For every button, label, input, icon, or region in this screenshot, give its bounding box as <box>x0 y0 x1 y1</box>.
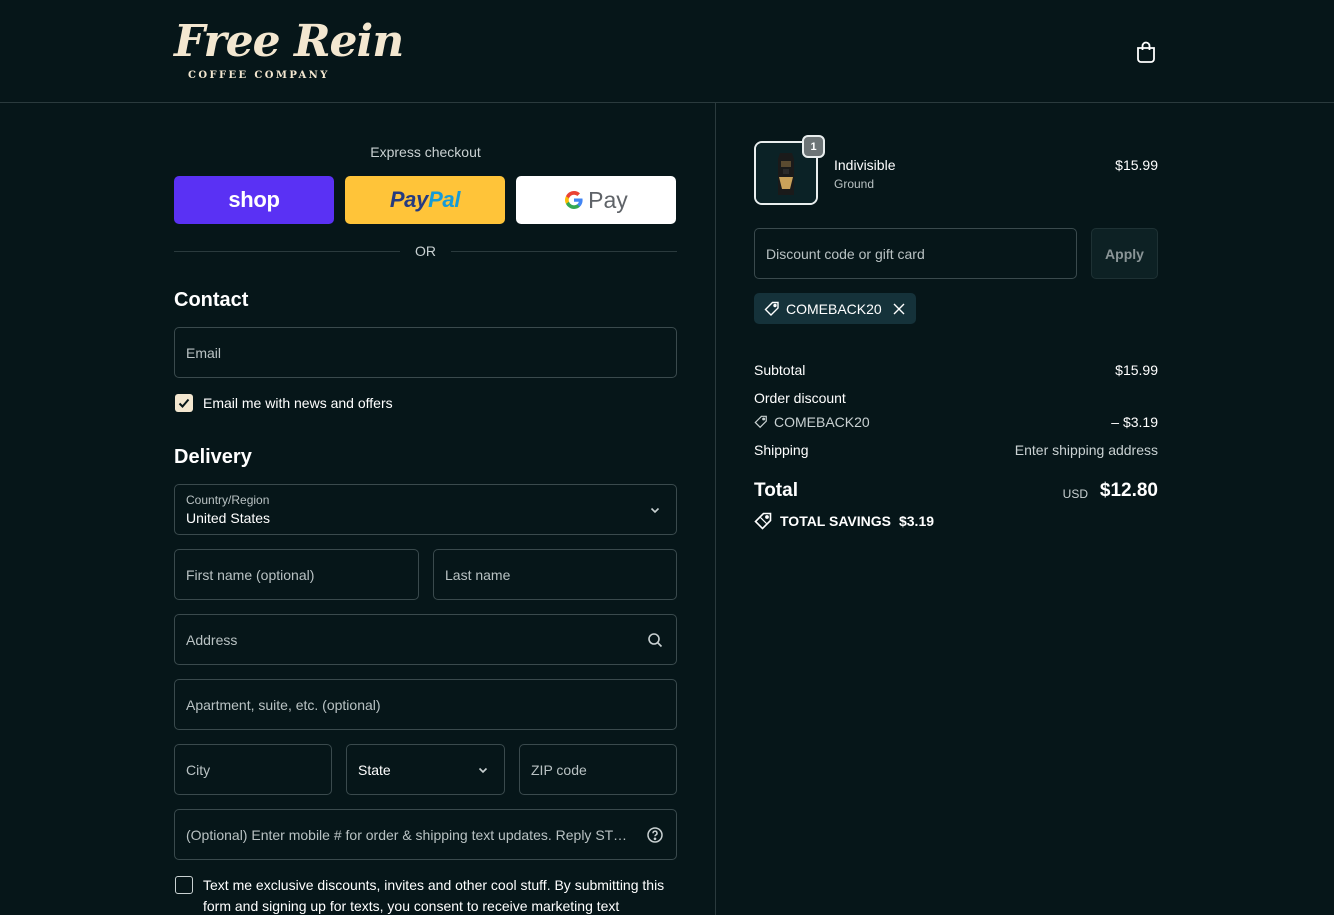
total-value: $12.80 <box>1099 480 1158 501</box>
total-savings-label: TOTAL SAVINGS <box>780 513 891 529</box>
sms-consent-label: Text me exclusive discounts, invites and… <box>203 877 665 914</box>
city-placeholder: City <box>186 761 211 778</box>
apply-discount-button[interactable]: Apply <box>1091 228 1158 279</box>
tag-icon <box>754 415 767 429</box>
tag-icon <box>764 301 779 316</box>
express-checkout-title: Express checkout <box>370 144 481 160</box>
total-savings-value: $3.19 <box>898 513 935 529</box>
zip-field[interactable]: ZIP code <box>519 744 677 795</box>
chevron-down-icon <box>478 767 488 774</box>
email-placeholder: Email <box>186 344 222 361</box>
apartment-field[interactable]: Apartment, suite, etc. (optional) <box>174 679 677 730</box>
contact-heading: Contact <box>174 289 249 311</box>
header: Free Rein COFFEE COMPANY <box>0 0 1334 103</box>
discount-code-field[interactable]: Discount code or gift card <box>754 228 1077 279</box>
chevron-down-icon <box>650 507 660 514</box>
applied-discount-code: COMEBACK20 <box>786 300 882 317</box>
or-divider: OR <box>174 243 677 261</box>
country-select-value: United States <box>186 510 271 526</box>
apartment-placeholder: Apartment, suite, etc. (optional) <box>186 696 381 713</box>
shopping-bag-icon[interactable] <box>1135 40 1157 64</box>
address-field[interactable]: Address <box>174 614 677 665</box>
google-pay-label: Pay <box>588 186 628 213</box>
applied-discount-chip: COMEBACK20 <box>754 293 916 324</box>
email-field[interactable]: Email <box>174 327 677 378</box>
google-g-icon <box>565 191 583 209</box>
brand-logo[interactable]: Free Rein COFFEE COMPANY <box>174 18 404 84</box>
google-pay-logo: Pay <box>564 187 628 214</box>
last-name-field[interactable]: Last name <box>433 549 677 600</box>
subtotal-value: $15.99 <box>1115 362 1158 378</box>
country-select[interactable]: Country/Region United States <box>174 484 677 535</box>
paypal-button[interactable]: PayPal <box>345 176 505 224</box>
newsletter-label: Email me with news and offers <box>203 395 393 411</box>
product-variant: Ground <box>834 177 875 191</box>
address-placeholder: Address <box>186 631 238 648</box>
discount-code-placeholder: Discount code or gift card <box>766 245 925 262</box>
total-currency: USD <box>1062 487 1088 501</box>
total-savings-row: TOTAL SAVINGS $3.19 <box>754 512 934 530</box>
state-placeholder: State <box>358 761 391 778</box>
checkmark-icon <box>178 398 190 408</box>
sms-checkbox[interactable] <box>175 876 193 894</box>
help-circle-icon[interactable] <box>646 826 664 844</box>
shop-pay-label: shop <box>228 187 280 212</box>
paypal-logo: PayPal <box>389 187 461 212</box>
zip-placeholder: ZIP code <box>531 761 587 778</box>
delivery-heading: Delivery <box>174 446 252 468</box>
newsletter-checkbox[interactable] <box>175 394 193 412</box>
shipping-value: Enter shipping address <box>1014 442 1158 458</box>
shop-pay-button[interactable]: shop <box>174 176 334 224</box>
product-price: $15.99 <box>1115 157 1158 173</box>
total-label: Total <box>754 480 798 501</box>
close-icon[interactable] <box>892 302 906 316</box>
order-discount-code-row: COMEBACK20 <box>754 414 870 430</box>
state-select[interactable]: State <box>346 744 505 795</box>
country-select-label: Country/Region <box>186 493 270 507</box>
product-name: Indivisible <box>834 157 896 173</box>
order-discount-label: Order discount <box>754 390 846 406</box>
search-icon <box>648 633 663 648</box>
order-discount-value: – $3.19 <box>1111 414 1158 430</box>
column-divider <box>715 103 716 915</box>
logo-wordmark: Free Rein <box>174 16 404 67</box>
shipping-label: Shipping <box>754 442 809 458</box>
phone-field[interactable]: (Optional) Enter mobile # for order & sh… <box>174 809 677 860</box>
google-pay-button[interactable]: Pay <box>516 176 676 224</box>
order-discount-code: COMEBACK20 <box>774 414 870 430</box>
first-name-field[interactable]: First name (optional) <box>174 549 419 600</box>
savings-tag-icon <box>754 512 772 530</box>
quantity-badge: 1 <box>802 135 825 158</box>
city-field[interactable]: City <box>174 744 332 795</box>
or-line-right <box>451 251 677 252</box>
first-name-placeholder: First name (optional) <box>186 566 315 583</box>
logo-subtitle: COFFEE COMPANY <box>188 70 330 81</box>
subtotal-label: Subtotal <box>754 362 806 378</box>
phone-placeholder: (Optional) Enter mobile # for order & sh… <box>186 826 632 843</box>
last-name-placeholder: Last name <box>445 566 511 583</box>
